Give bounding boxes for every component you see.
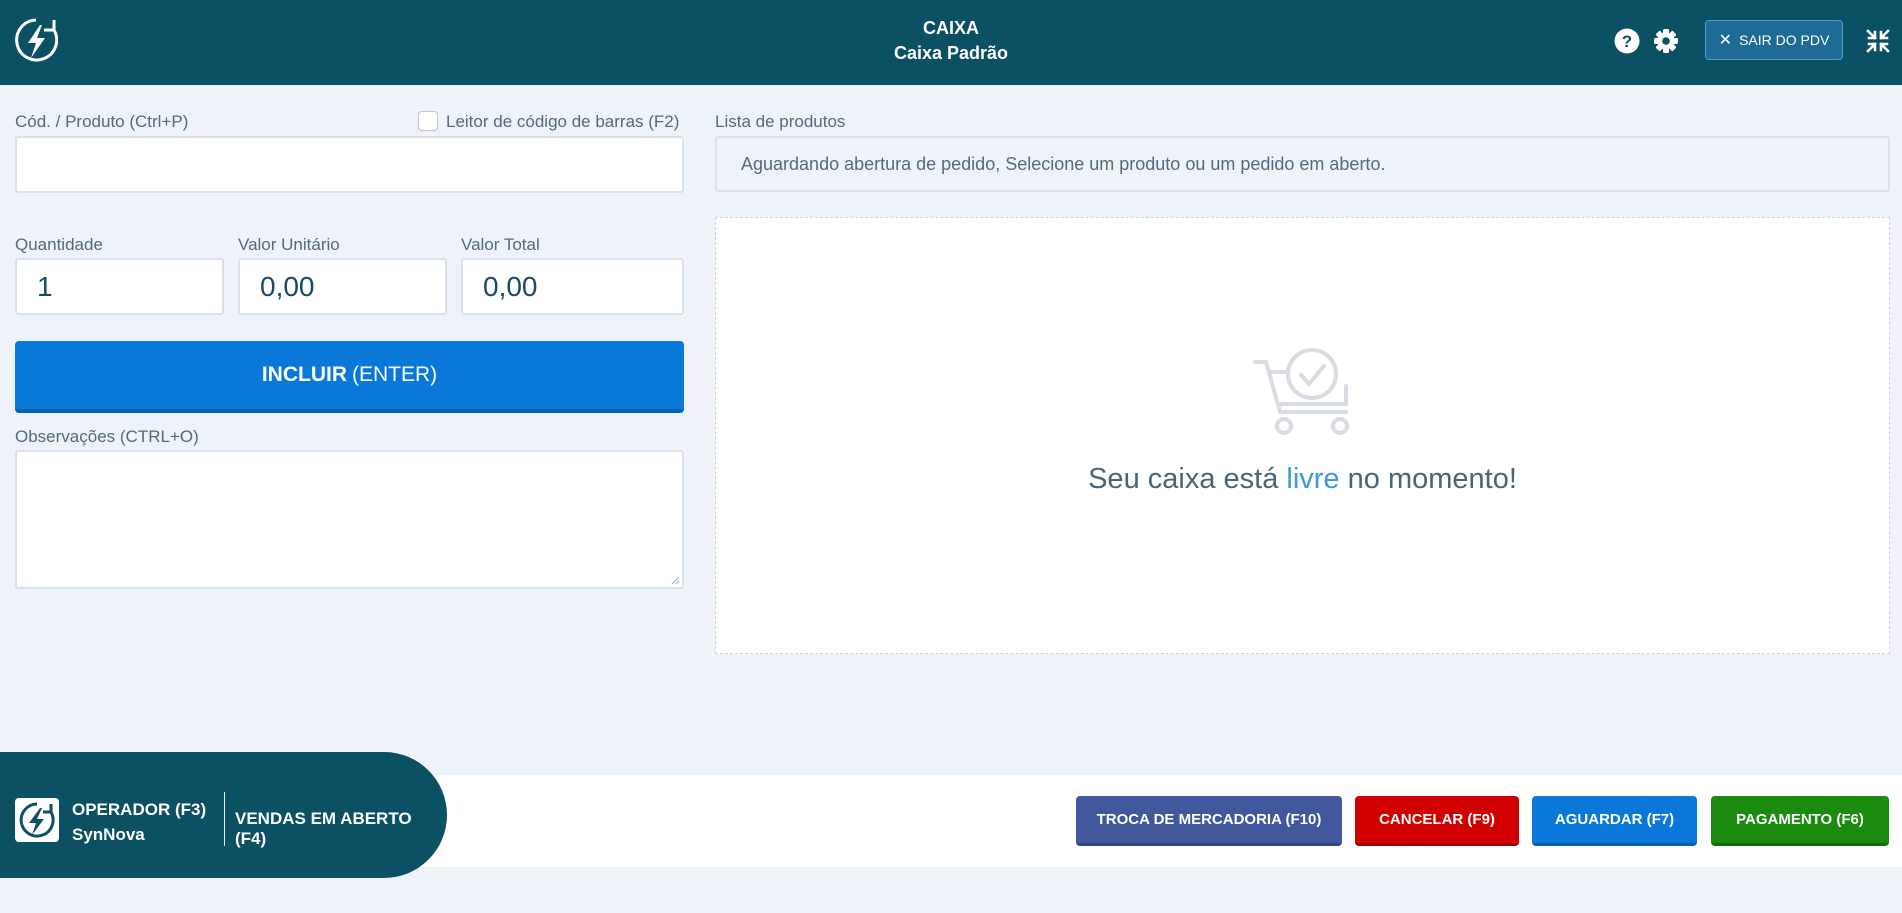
empty-msg-highlight: livre	[1286, 463, 1340, 495]
include-shortcut: (ENTER)	[352, 363, 438, 386]
operator-info[interactable]: OPERADOR (F3) SynNova	[72, 797, 206, 847]
empty-cart-message: Seu caixa está livre no momento!	[716, 463, 1889, 496]
operator-divider	[224, 792, 225, 846]
svg-text:?: ?	[1622, 32, 1632, 51]
cancel-button[interactable]: CANCELAR (F9)	[1355, 796, 1519, 846]
exchange-button[interactable]: TROCA DE MERCADORIA (F10)	[1076, 796, 1342, 846]
wait-button[interactable]: AGUARDAR (F7)	[1532, 796, 1697, 846]
operator-name: SynNova	[72, 825, 145, 844]
include-label: INCLUIR	[261, 363, 347, 386]
resize-grip-icon[interactable]	[670, 575, 680, 585]
compress-icon[interactable]	[1866, 28, 1890, 54]
product-input[interactable]	[15, 136, 684, 193]
open-sales-button[interactable]: VENDAS EM ABERTO (F4)	[235, 809, 447, 849]
total-label: Valor Total	[461, 235, 540, 254]
product-label: Cód. / Produto (Ctrl+P)	[15, 112, 189, 131]
close-icon: ✕	[1718, 32, 1733, 49]
payment-button[interactable]: PAGAMENTO (F6)	[1711, 796, 1889, 846]
exit-pdv-label: SAIR DO PDV	[1739, 32, 1830, 48]
gear-icon[interactable]	[1652, 27, 1680, 55]
order-status-bar: Aguardando abertura de pedido, Selecione…	[715, 136, 1890, 192]
barcode-label: Leitor de código de barras (F2)	[446, 112, 680, 131]
total-input[interactable]: 0,00	[461, 258, 684, 315]
empty-msg-prefix: Seu caixa está	[1088, 463, 1279, 495]
product-list-panel: Seu caixa está livre no momento!	[715, 217, 1890, 654]
operator-panel: OPERADOR (F3) SynNova VENDAS EM ABERTO (…	[0, 752, 447, 878]
operator-label: OPERADOR (F3)	[72, 800, 207, 819]
notes-textarea[interactable]	[15, 450, 684, 589]
empty-msg-suffix: no momento!	[1347, 463, 1517, 495]
order-status-text: Aguardando abertura de pedido, Selecione…	[741, 153, 1386, 174]
quantity-input[interactable]: 1	[15, 258, 224, 315]
unit-price-label: Valor Unitário	[238, 235, 340, 254]
logo-icon	[15, 18, 58, 62]
top-bar: CAIXA Caixa Padrão ? ✕ SAIR DO PDV	[0, 0, 1902, 85]
unit-price-input[interactable]: 0,00	[238, 258, 447, 315]
help-icon[interactable]: ?	[1613, 27, 1641, 55]
notes-label: Observações (CTRL+O)	[15, 427, 199, 446]
cart-check-icon	[1253, 348, 1349, 435]
quantity-label: Quantidade	[15, 235, 103, 254]
include-button[interactable]: INCLUIR (ENTER)	[15, 341, 684, 413]
barcode-checkbox[interactable]	[418, 111, 438, 131]
operator-logo-icon	[15, 798, 59, 842]
exit-pdv-button[interactable]: ✕ SAIR DO PDV	[1705, 20, 1843, 60]
product-list-label: Lista de produtos	[715, 112, 846, 131]
